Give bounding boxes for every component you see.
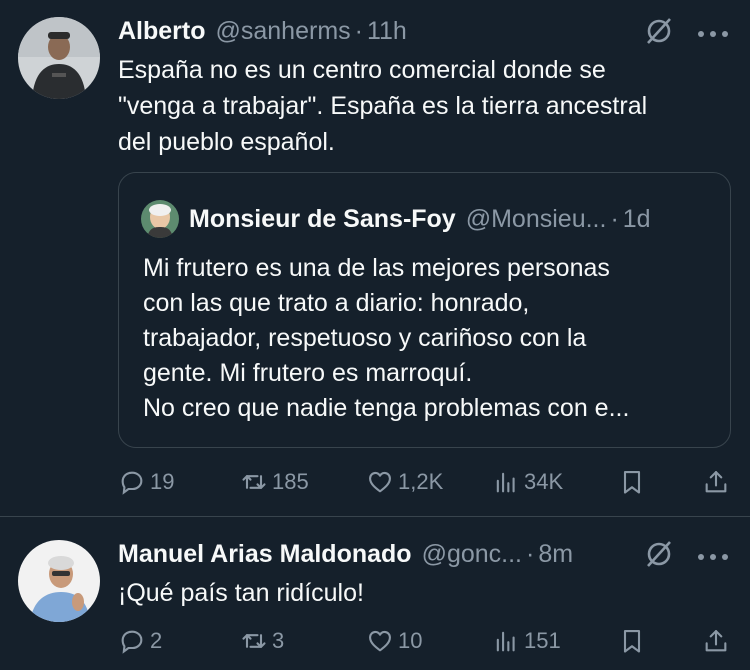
retweet-icon [242,634,266,648]
reply-button[interactable]: 19 [118,466,174,498]
tweet[interactable]: Manuel Arias Maldonado @gonc... · 8m ¡Qu… [0,517,750,670]
tweet-text: ¡Qué país tan ridículo! [118,579,364,607]
timestamp[interactable]: 11h [367,17,407,46]
reply-button[interactable]: 2 [118,625,162,657]
views-icon [496,472,515,493]
reply-icon [121,471,143,495]
tweet-text: España no es un centro comercial donde s… [118,56,648,156]
tweet-actions: 19 185 1,2K 34K [118,466,732,498]
quote-avatar [141,200,179,238]
separator-dot: · [354,16,363,45]
like-button[interactable]: 1,2K [366,466,443,498]
quoted-tweet[interactable]: Monsieur de Sans-Foy @Monsieu... · 1d Mi… [118,172,731,448]
avatar[interactable] [18,17,100,99]
bookmark-icon [623,471,641,494]
retweet-button[interactable]: 185 [240,466,309,498]
author-name[interactable]: Alberto [118,17,206,46]
quote-timestamp: 1d [622,204,651,233]
quote-author-name: Monsieur de Sans-Foy [189,204,456,233]
quote-author-handle: @Monsieu... [465,204,607,233]
bookmark-button[interactable] [618,625,650,657]
author-handle[interactable]: @sanherms [216,17,351,46]
like-button[interactable]: 10 [366,625,422,657]
separator-dot: · [526,539,535,568]
retweet-count: 185 [272,469,309,494]
quote-text: Mi frutero es una de las mejores persona… [143,254,630,422]
author-handle[interactable]: @gonc... [422,540,522,569]
share-icon [705,630,727,652]
grok-icon[interactable] [644,16,674,46]
views-icon [496,631,515,652]
more-icon[interactable] [696,26,730,37]
views-button[interactable]: 34K [492,466,563,498]
share-button[interactable] [702,625,734,657]
like-count: 1,2K [398,469,444,494]
more-icon[interactable] [696,549,730,560]
heart-icon [369,630,391,652]
author-name[interactable]: Manuel Arias Maldonado [118,540,412,569]
tweet[interactable]: Alberto @sanherms · 11h España no es un … [0,0,750,517]
like-count: 10 [398,628,423,653]
views-count: 151 [524,628,561,653]
bookmark-button[interactable] [618,466,650,498]
reply-count: 2 [150,628,163,653]
tweet-actions: 2 3 10 151 [118,625,732,657]
views-count: 34K [524,469,564,494]
grok-icon[interactable] [644,539,674,569]
bookmark-icon [623,630,641,653]
heart-icon [369,471,391,493]
views-button[interactable]: 151 [492,625,561,657]
retweet-icon [242,475,266,489]
retweet-button[interactable]: 3 [240,625,284,657]
share-button[interactable] [702,466,734,498]
retweet-count: 3 [272,628,285,653]
reply-icon [121,630,143,654]
separator-dot: · [610,204,619,233]
share-icon [705,471,727,493]
timestamp[interactable]: 8m [538,540,573,569]
avatar[interactable] [18,540,100,622]
reply-count: 19 [150,469,175,494]
